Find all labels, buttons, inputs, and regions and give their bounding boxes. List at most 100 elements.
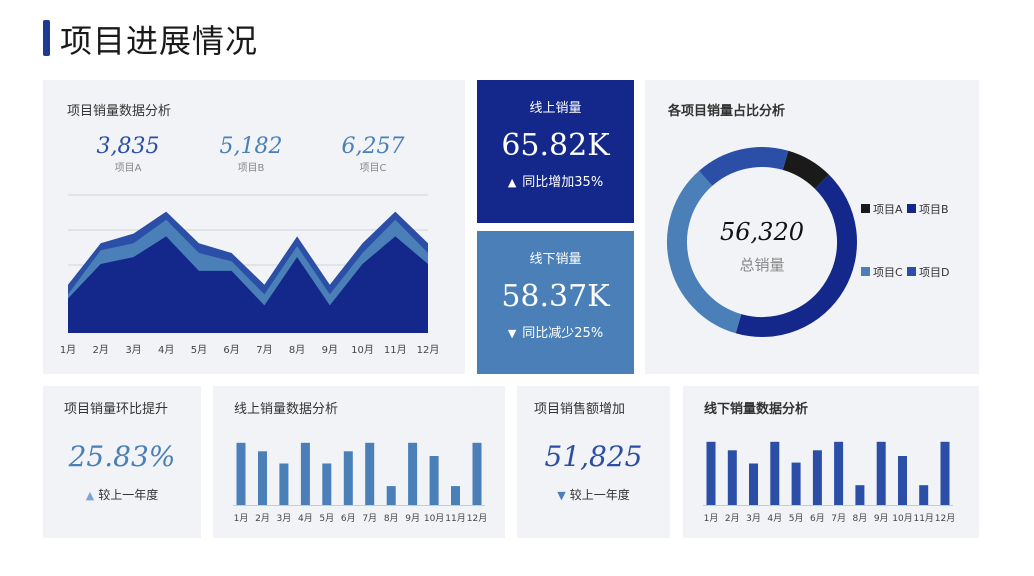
x-tick-label: 8月 [384, 513, 399, 524]
page-title: 项目进展情况 [60, 22, 259, 60]
x-tick-label: 11月 [913, 513, 933, 524]
donut-slice-3 [667, 170, 742, 334]
bar [365, 442, 375, 505]
growth-change-text: 较上一年度 [98, 488, 159, 502]
donut-slice-1 [782, 150, 829, 190]
bar [451, 486, 460, 505]
offline-kpi-change: ▼ 同比减少25% [477, 322, 634, 341]
legend-label-d: 项目D [919, 266, 950, 279]
legend-swatch-c [861, 267, 870, 276]
offline-bar-chart: 1月 2月 3月 4月 5月 6月 7月 8月 9月 10月 11月 12月 [703, 441, 955, 524]
bar [855, 485, 865, 505]
bar [386, 486, 396, 505]
x-tick-label: 8月 [853, 513, 868, 524]
online-kpi-change-text: 同比增加35% [522, 175, 604, 190]
x-tick-label: 11月 [445, 513, 465, 524]
bar [898, 456, 907, 505]
down-arrow-icon: ▼ [507, 327, 517, 340]
growth-card: 项目销量环比提升 25.83% ▲ 较上一年度 [43, 386, 201, 538]
x-tick-label: 9月 [874, 513, 889, 524]
legend-label-a: 项目A [873, 203, 903, 216]
bar [429, 456, 439, 505]
legend-swatch-a [861, 204, 870, 213]
offline-kpi-card: 线下销量 58.37K ▼ 同比减少25% [477, 231, 634, 374]
donut-chart-card: 各项目销量占比分析 56,320 总销量 项目A 项目B 项目C 项目D [645, 80, 979, 374]
bar [727, 450, 737, 505]
legend-item-a: 项目A [861, 201, 903, 217]
online-bar-card: 线上销量数据分析 1月 2月 3月 4月 5月 6月 7月 8月 9月 10月 11月 12月 [213, 386, 505, 538]
x-tick-label: 12月 [935, 513, 955, 524]
legend-label-c: 项目C [873, 266, 903, 279]
online-kpi-card: 线上销量 65.82K ▲ 同比增加35% [477, 80, 634, 223]
sales-change-text: 较上一年度 [569, 488, 630, 502]
x-tick-label: 6月 [341, 513, 356, 524]
bar [812, 450, 822, 505]
x-tick-label: 2月 [255, 513, 270, 524]
x-tick-label: 6月 [810, 513, 825, 524]
down-arrow-icon: ▼ [557, 489, 566, 502]
bar [322, 463, 332, 505]
legend-label-b: 项目B [919, 203, 949, 216]
x-tick-label: 5月 [191, 344, 207, 356]
growth-value: 25.83% [68, 440, 176, 473]
x-tick-label: 1月 [234, 513, 249, 524]
legend-item-b: 项目B [907, 201, 949, 217]
x-tick-label: 7月 [362, 513, 377, 524]
online-kpi-label: 线上销量 [529, 101, 582, 116]
bar [919, 485, 929, 505]
x-tick-label: 12月 [467, 513, 487, 524]
x-tick-label: 2月 [725, 513, 740, 524]
x-tick-label: 1月 [704, 513, 719, 524]
bar [876, 441, 886, 505]
bar [300, 442, 310, 505]
sales-card: 项目销售额增加 51,825 ▼ 较上一年度 [517, 386, 670, 538]
legend-item-d: 项目D [907, 264, 949, 280]
legend-item-c: 项目C [861, 264, 903, 280]
online-kpi-change: ▲ 同比增加35% [477, 171, 634, 190]
bar [279, 463, 289, 505]
x-tick-label: 7月 [831, 513, 846, 524]
bar [940, 441, 950, 505]
x-tick-label: 3月 [746, 513, 761, 524]
x-tick-label: 5月 [319, 513, 334, 524]
sales-change: ▼ 较上一年度 [517, 486, 670, 503]
x-tick-label: 5月 [789, 513, 804, 524]
offline-kpi-value: 58.37K [501, 279, 610, 314]
bar [472, 442, 482, 505]
donut-center-label: 总销量 [739, 256, 785, 274]
x-tick-label: 9月 [322, 344, 338, 356]
growth-card-title: 项目销量环比提升 [64, 402, 169, 417]
area-chart-card: 项目销量数据分析 3,835 项目A 5,182 项目B 6,257 项目C 1… [43, 80, 465, 374]
x-tick-label: 9月 [405, 513, 420, 524]
sales-card-title: 项目销售额增加 [534, 402, 626, 417]
online-kpi-value: 65.82K [501, 128, 610, 163]
x-tick-label: 12月 [417, 344, 440, 356]
legend-swatch-d [907, 267, 916, 276]
x-tick-label: 1月 [60, 344, 76, 356]
offline-bar-card: 线下销量数据分析 1月 2月 3月 4月 5月 6月 7月 8月 9月 10月 11月 12月 [683, 386, 979, 538]
x-tick-label: 8月 [289, 344, 305, 356]
x-tick-label: 11月 [384, 344, 407, 356]
offline-kpi-change-text: 同比减少25% [522, 326, 604, 341]
sales-value: 51,825 [544, 440, 643, 473]
x-tick-label: 7月 [256, 344, 272, 356]
x-tick-label: 6月 [223, 344, 239, 356]
bar [749, 463, 758, 505]
x-tick-label: 4月 [298, 513, 313, 524]
bar [343, 451, 353, 505]
area-chart: 1月 2月 3月 4月 5月 6月 7月 8月 9月 10月 11月 12月 [60, 194, 440, 356]
online-bar-chart: 1月 2月 3月 4月 5月 6月 7月 8月 9月 10月 11月 12月 [233, 442, 487, 524]
growth-change: ▲ 较上一年度 [43, 486, 201, 503]
up-arrow-icon: ▲ [85, 489, 95, 502]
bar [770, 441, 780, 505]
up-arrow-icon: ▲ [507, 176, 517, 189]
offline-kpi-label: 线下销量 [529, 252, 582, 267]
x-tick-label: 2月 [93, 344, 109, 356]
x-tick-label: 4月 [158, 344, 174, 356]
bar [706, 441, 716, 505]
x-tick-label: 3月 [125, 344, 141, 356]
legend-swatch-b [907, 204, 916, 213]
bar [791, 462, 801, 505]
x-tick-label: 10月 [892, 513, 912, 524]
x-tick-label: 3月 [277, 513, 292, 524]
